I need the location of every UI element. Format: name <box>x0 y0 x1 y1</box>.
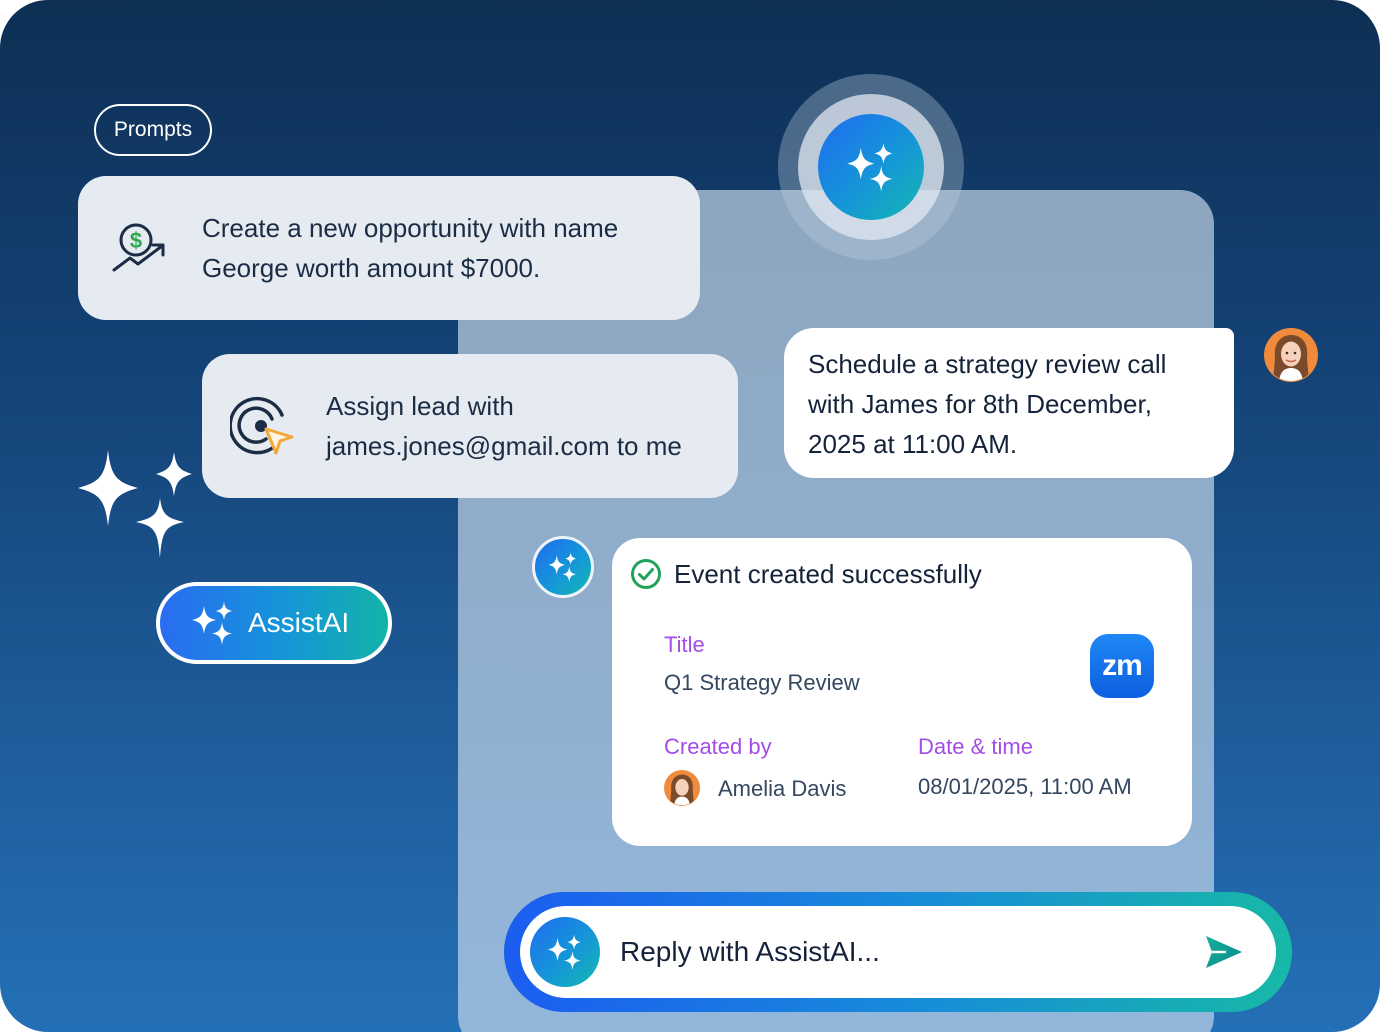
title-value: Q1 Strategy Review <box>664 670 860 695</box>
prompts-chip[interactable]: Prompts <box>94 104 212 156</box>
assistai-label: AssistAI <box>248 607 350 638</box>
prompt-text-line: james.jones@gmail.com to me <box>326 431 682 461</box>
prompt-text: Assign lead with james.jones@gmail.com t… <box>326 386 682 466</box>
zoom-logo: zm <box>1090 634 1154 698</box>
dollar-growth-icon: $ <box>108 216 172 280</box>
sparkles-icon <box>190 600 236 646</box>
datetime-value: 08/01/2025, 11:00 AM <box>918 774 1132 799</box>
prompt-text: Create a new opportunity with name Georg… <box>202 208 618 288</box>
svg-text:$: $ <box>130 228 142 253</box>
assistai-button[interactable]: AssistAI <box>156 582 392 664</box>
event-created-card: Event created successfully Title Q1 Stra… <box>612 538 1192 846</box>
created-by-value: Amelia Davis <box>718 776 847 801</box>
message-line: 2025 at 11:00 AM. <box>808 429 1018 459</box>
created-by-label: Created by <box>664 734 772 759</box>
reply-bar: Reply with AssistAI... <box>504 892 1292 1012</box>
prompt-text-line: Assign lead with <box>326 391 514 421</box>
prompt-card-opportunity[interactable]: $ Create a new opportunity with name Geo… <box>78 176 700 320</box>
reply-input-field[interactable]: Reply with AssistAI... <box>520 906 1276 998</box>
status-text: Event created successfully <box>674 558 982 589</box>
title-label: Title <box>664 632 705 657</box>
send-icon[interactable] <box>1202 930 1246 974</box>
prompt-text-line: Create a new opportunity with name <box>202 213 619 243</box>
prompt-card-assign-lead[interactable]: Assign lead with james.jones@gmail.com t… <box>202 354 738 498</box>
event-status: Event created successfully <box>630 558 982 590</box>
check-circle-icon <box>631 559 661 589</box>
datetime-label: Date & time <box>918 734 1033 759</box>
assistant-avatar <box>532 536 594 598</box>
ai-orb <box>818 114 924 220</box>
target-cursor-icon <box>230 393 296 459</box>
reply-placeholder[interactable]: Reply with AssistAI... <box>620 936 1202 968</box>
sparkles-icon <box>76 444 196 562</box>
prompt-text-line: George worth amount $7000. <box>202 253 541 283</box>
avatar <box>1264 328 1318 382</box>
sparkles-icon <box>548 552 577 583</box>
message-line: with James for 8th December, <box>808 389 1152 419</box>
sparkles-icon <box>847 143 893 192</box>
app-canvas: Prompts $ Create a new opportunity with … <box>0 0 1380 1032</box>
sparkles-icon <box>547 934 581 971</box>
assistai-orb <box>530 917 600 987</box>
user-message-bubble: Schedule a strategy review call with Jam… <box>784 328 1234 478</box>
avatar <box>664 770 700 806</box>
message-line: Schedule a strategy review call <box>808 349 1167 379</box>
